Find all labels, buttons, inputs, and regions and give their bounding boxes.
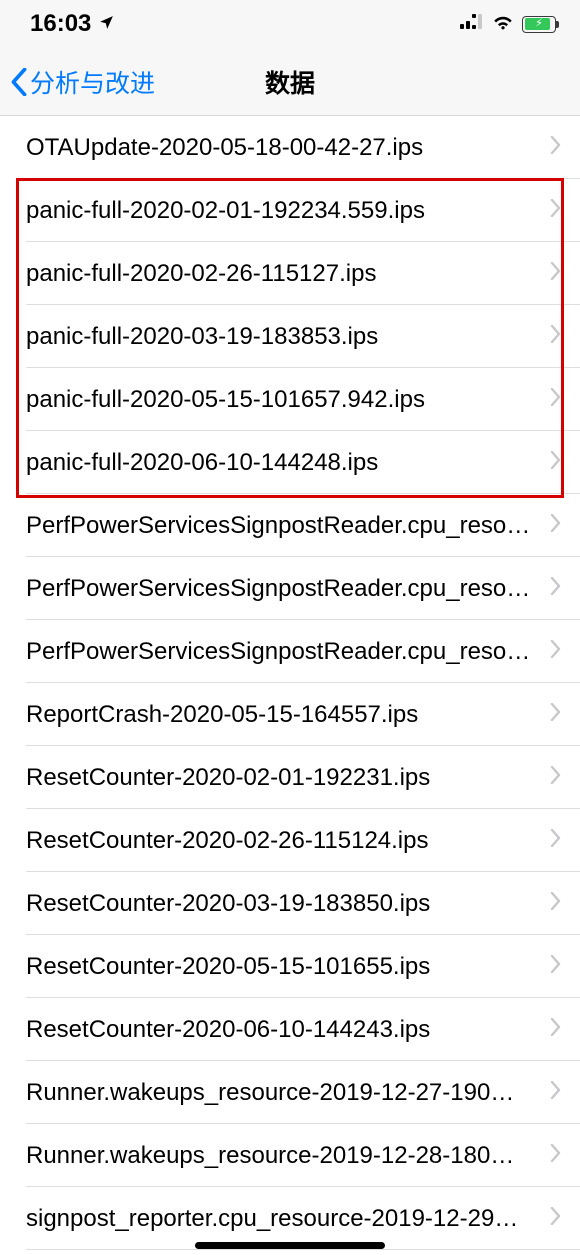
list-item[interactable]: ResetCounter-2020-02-26-115124.ips	[0, 809, 580, 872]
list-item[interactable]: panic-full-2020-06-10-144248.ips	[0, 431, 580, 494]
status-time: 16:03	[30, 10, 91, 38]
list-item-label: ResetCounter-2020-02-01-192231.ips	[26, 764, 550, 792]
list-item[interactable]: Runner.wakeups_resource-2019-12-28-180…	[0, 1124, 580, 1187]
home-indicator[interactable]	[195, 1242, 385, 1249]
list-item[interactable]: ResetCounter-2020-05-15-101655.ips	[0, 935, 580, 998]
list-item[interactable]: panic-full-2020-05-15-101657.942.ips	[0, 368, 580, 431]
list-item[interactable]: panic-full-2020-03-19-183853.ips	[0, 305, 580, 368]
back-button[interactable]: 分析与改进	[10, 64, 155, 100]
cellular-icon	[460, 14, 484, 35]
list-item-label: panic-full-2020-05-15-101657.942.ips	[26, 386, 550, 414]
list-item-label: panic-full-2020-03-19-183853.ips	[26, 323, 550, 351]
chevron-right-icon	[550, 136, 562, 159]
chevron-right-icon	[550, 1144, 562, 1167]
chevron-right-icon	[550, 262, 562, 285]
chevron-right-icon	[550, 1207, 562, 1230]
nav-bar: 分析与改进 数据	[0, 48, 580, 116]
chevron-right-icon	[550, 577, 562, 600]
list-item[interactable]: panic-full-2020-02-01-192234.559.ips	[0, 179, 580, 242]
wifi-icon	[492, 14, 514, 35]
list-item-label: signpost_reporter.cpu_resource-2019-12-2…	[26, 1205, 550, 1233]
list-item-label: PerfPowerServicesSignpostReader.cpu_reso…	[26, 638, 550, 666]
list-item[interactable]: OTAUpdate-2020-05-18-00-42-27.ips	[0, 116, 580, 179]
chevron-right-icon	[550, 1018, 562, 1041]
chevron-right-icon	[550, 703, 562, 726]
chevron-right-icon	[550, 829, 562, 852]
list-item[interactable]: Runner.wakeups_resource-2019-12-27-190…	[0, 1061, 580, 1124]
chevron-right-icon	[550, 640, 562, 663]
list-item[interactable]: PerfPowerServicesSignpostReader.cpu_reso…	[0, 494, 580, 557]
chevron-right-icon	[550, 514, 562, 537]
list-item-label: panic-full-2020-06-10-144248.ips	[26, 449, 550, 477]
battery-icon: ⚡︎	[522, 16, 556, 33]
chevron-right-icon	[550, 1081, 562, 1104]
list-item[interactable]: signpost_reporter.cpu_resource-2019-12-2…	[0, 1187, 580, 1250]
chevron-right-icon	[550, 325, 562, 348]
list-item-label: OTAUpdate-2020-05-18-00-42-27.ips	[26, 134, 550, 162]
list-item-label: PerfPowerServicesSignpostReader.cpu_reso…	[26, 512, 550, 540]
list-item-label: Runner.wakeups_resource-2019-12-27-190…	[26, 1079, 550, 1107]
list-item[interactable]: PerfPowerServicesSignpostReader.cpu_reso…	[0, 557, 580, 620]
location-icon	[98, 10, 115, 38]
chevron-right-icon	[550, 451, 562, 474]
list-item[interactable]: ResetCounter-2020-02-01-192231.ips	[0, 746, 580, 809]
list-item-label: Runner.wakeups_resource-2019-12-28-180…	[26, 1142, 550, 1170]
list-item-label: ReportCrash-2020-05-15-164557.ips	[26, 701, 550, 729]
list-item[interactable]: panic-full-2020-02-26-115127.ips	[0, 242, 580, 305]
chevron-right-icon	[550, 199, 562, 222]
back-label: 分析与改进	[30, 64, 155, 100]
list-item[interactable]: ResetCounter-2020-03-19-183850.ips	[0, 872, 580, 935]
list-item-label: ResetCounter-2020-02-26-115124.ips	[26, 827, 550, 855]
file-list: OTAUpdate-2020-05-18-00-42-27.ips panic-f…	[0, 116, 580, 1250]
chevron-right-icon	[550, 388, 562, 411]
chevron-right-icon	[550, 766, 562, 789]
list-item[interactable]: ResetCounter-2020-06-10-144243.ips	[0, 998, 580, 1061]
list-item[interactable]: PerfPowerServicesSignpostReader.cpu_reso…	[0, 620, 580, 683]
chevron-right-icon	[550, 955, 562, 978]
chevron-left-icon	[10, 68, 28, 96]
list-item-label: ResetCounter-2020-05-15-101655.ips	[26, 953, 550, 981]
list-item[interactable]: ReportCrash-2020-05-15-164557.ips	[0, 683, 580, 746]
status-bar: 16:03 ⚡︎	[0, 0, 580, 48]
list-item-label: ResetCounter-2020-06-10-144243.ips	[26, 1016, 550, 1044]
status-left: 16:03	[30, 10, 115, 38]
chevron-right-icon	[550, 892, 562, 915]
status-right: ⚡︎	[460, 14, 556, 35]
list-item-label: PerfPowerServicesSignpostReader.cpu_reso…	[26, 575, 550, 603]
list-item-label: panic-full-2020-02-01-192234.559.ips	[26, 197, 550, 225]
list-item-label: ResetCounter-2020-03-19-183850.ips	[26, 890, 550, 918]
screen: 16:03 ⚡︎	[0, 0, 580, 1255]
list-item-label: panic-full-2020-02-26-115127.ips	[26, 260, 550, 288]
